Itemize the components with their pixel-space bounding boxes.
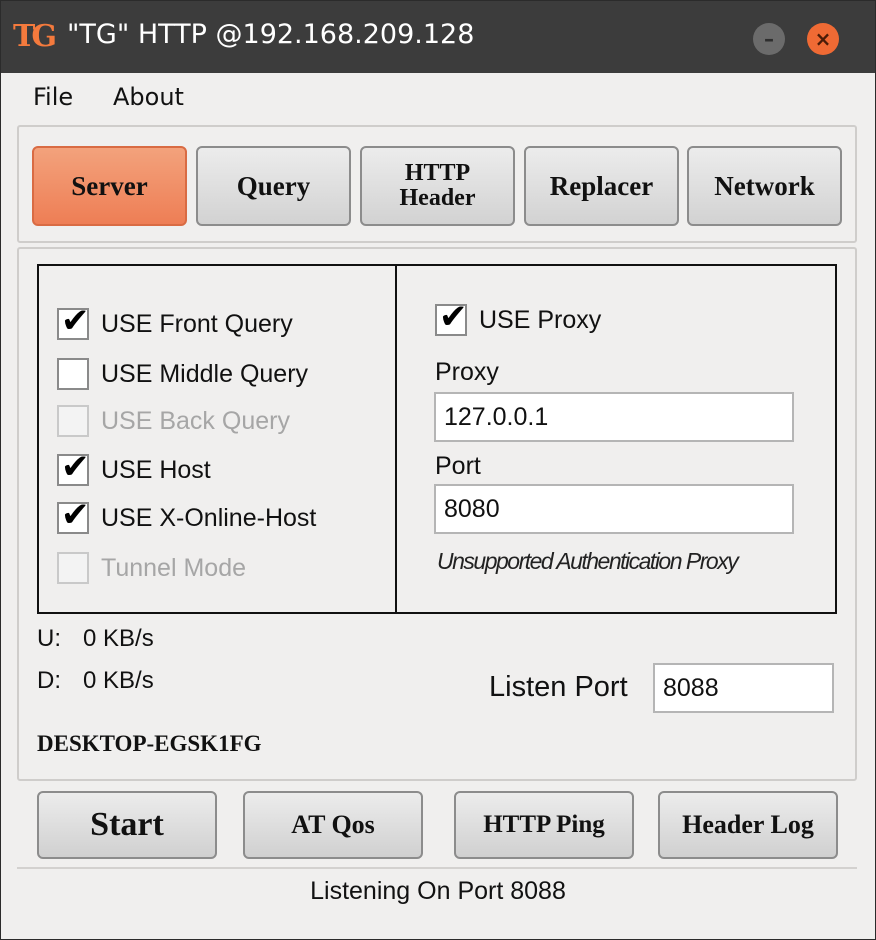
status-bar: Listening On Port 8088 bbox=[310, 877, 566, 905]
upload-speed: U: 0 KB/s bbox=[37, 625, 154, 653]
checkbox-label: USE Host bbox=[101, 455, 211, 484]
use-proxy-checkbox[interactable]: ✔ USE Proxy bbox=[435, 300, 602, 338]
at-qos-button[interactable]: AT Qos bbox=[243, 791, 423, 859]
minimize-button[interactable]: – bbox=[753, 23, 785, 55]
tab-network[interactable]: Network bbox=[687, 146, 842, 226]
checkbox-label: USE Front Query bbox=[101, 309, 293, 338]
window-title: "TG" HTTP @192.168.209.128 bbox=[67, 19, 475, 50]
use-middle-query-checkbox[interactable]: USE Middle Query bbox=[57, 356, 308, 392]
checkmark-icon: ✔ bbox=[61, 495, 90, 535]
download-value: 0 KB/s bbox=[83, 667, 154, 694]
tab-query[interactable]: Query bbox=[196, 146, 351, 226]
options-divider bbox=[395, 264, 397, 614]
app-window: TG "TG" HTTP @192.168.209.128 – × File A… bbox=[0, 0, 876, 940]
checkbox-box bbox=[57, 552, 89, 584]
status-separator bbox=[17, 867, 857, 869]
upload-value: 0 KB/s bbox=[83, 625, 154, 652]
tg-logo-icon: TG bbox=[13, 19, 57, 54]
title-bar[interactable]: TG "TG" HTTP @192.168.209.128 – × bbox=[1, 1, 875, 73]
hostname: DESKTOP-EGSK1FG bbox=[37, 731, 262, 756]
checkmark-icon: ✔ bbox=[439, 297, 468, 337]
checkbox-label: USE Back Query bbox=[101, 406, 290, 435]
checkbox-box: ✔ bbox=[57, 304, 90, 340]
checkmark-icon: ✔ bbox=[61, 301, 90, 341]
proxy-label: Proxy bbox=[435, 358, 499, 386]
tab-http-header[interactable]: HTTP Header bbox=[360, 146, 515, 226]
checkbox-label: Tunnel Mode bbox=[101, 553, 246, 582]
checkbox-label: USE X-Online-Host bbox=[101, 503, 317, 532]
tab-replacer[interactable]: Replacer bbox=[524, 146, 679, 226]
checkbox-box bbox=[57, 358, 89, 390]
use-back-query-checkbox: USE Back Query bbox=[57, 403, 290, 439]
menu-about[interactable]: About bbox=[113, 83, 184, 111]
port-input[interactable]: 8080 bbox=[434, 484, 794, 534]
tab-server[interactable]: Server bbox=[32, 146, 187, 226]
download-label: D: bbox=[37, 667, 61, 694]
close-button[interactable]: × bbox=[807, 23, 839, 55]
upload-label: U: bbox=[37, 625, 61, 652]
use-x-online-host-checkbox[interactable]: ✔ USE X-Online-Host bbox=[57, 498, 317, 536]
http-ping-button[interactable]: HTTP Ping bbox=[454, 791, 634, 859]
auth-note: Unsupported Authentication Proxy bbox=[437, 548, 739, 574]
header-log-button[interactable]: Header Log bbox=[658, 791, 838, 859]
checkbox-label: USE Proxy bbox=[479, 305, 602, 334]
start-button[interactable]: Start bbox=[37, 791, 217, 859]
proxy-input[interactable]: 127.0.0.1 bbox=[434, 392, 794, 442]
download-speed: D: 0 KB/s bbox=[37, 667, 154, 695]
use-front-query-checkbox[interactable]: ✔ USE Front Query bbox=[57, 304, 293, 342]
listen-port-label: Listen Port bbox=[489, 671, 628, 703]
checkbox-label: USE Middle Query bbox=[101, 359, 309, 388]
checkbox-box: ✔ bbox=[57, 450, 90, 486]
checkbox-box bbox=[57, 405, 89, 437]
menu-bar: File About bbox=[1, 73, 875, 123]
listen-port-input[interactable]: 8088 bbox=[653, 663, 834, 713]
checkbox-box: ✔ bbox=[57, 498, 90, 534]
menu-file[interactable]: File bbox=[33, 83, 73, 111]
tunnel-mode-checkbox: Tunnel Mode bbox=[57, 550, 246, 586]
port-label: Port bbox=[435, 452, 481, 480]
checkbox-box: ✔ bbox=[435, 300, 468, 336]
checkmark-icon: ✔ bbox=[61, 447, 90, 487]
use-host-checkbox[interactable]: ✔ USE Host bbox=[57, 450, 211, 488]
